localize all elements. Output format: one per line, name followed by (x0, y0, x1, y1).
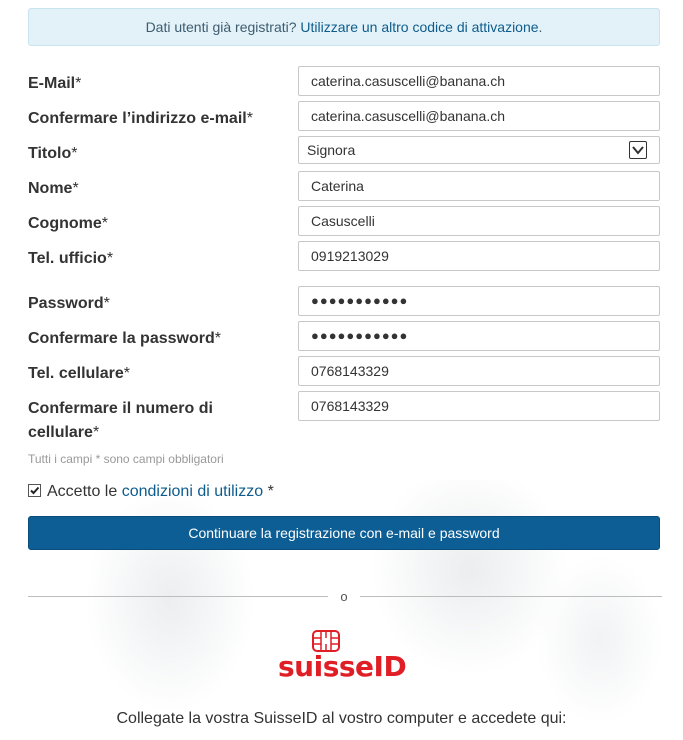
first-name-label: Nome* (28, 180, 79, 197)
mobile-field[interactable]: 0768143329 (298, 356, 660, 386)
email-field[interactable]: caterina.casuscelli@banana.ch (298, 66, 660, 96)
password-confirm-label: Confermare la password* (28, 330, 221, 347)
first-name-field[interactable]: Caterina (298, 171, 660, 201)
mobile-label: Tel. cellulare* (28, 365, 130, 382)
title-label: Titolo* (28, 145, 78, 162)
required-fields-note: Tutti i campi * sono campi obbligatori (28, 452, 224, 466)
terms-prefix: Accetto le (47, 483, 118, 500)
terms-link[interactable]: condizioni di utilizzo (122, 483, 263, 500)
title-select-value: Signora (307, 142, 356, 158)
terms-suffix: * (263, 483, 274, 500)
suisseid-logo-text: suisseID (278, 650, 407, 683)
registered-users-info: Dati utenti già registrati? Utilizzare u… (28, 8, 660, 46)
office-phone-field[interactable]: 0919213029 (298, 241, 660, 271)
email-confirm-field[interactable]: caterina.casuscelli@banana.ch (298, 101, 660, 131)
password-label: Password* (28, 295, 110, 312)
last-name-field[interactable]: Casuscelli (298, 206, 660, 236)
suisseid-logo: suisseID (278, 630, 412, 682)
connect-suisseid-text: Collegate la vostra SuisseID al vostro c… (116, 710, 567, 727)
mobile-confirm-field[interactable]: 0768143329 (298, 391, 660, 421)
continue-registration-button[interactable]: Continuare la registrazione con e-mail e… (28, 516, 660, 550)
email-label: E-Mail* (28, 75, 82, 92)
mobile-confirm-label: Confermare il numero di cellulare* (28, 400, 213, 441)
chevron-down-icon[interactable] (629, 141, 647, 159)
info-suffix: . (538, 19, 543, 35)
last-name-label: Cognome* (28, 215, 109, 232)
email-confirm-label: Confermare l’indirizzo e-mail* (28, 110, 253, 127)
or-separator: o (340, 589, 348, 604)
info-text: Dati utenti già registrati? (145, 19, 297, 35)
divider-left (28, 596, 328, 597)
terms-row: Accetto le condizioni di utilizzo * (28, 482, 274, 502)
password-confirm-field[interactable]: ●●●●●●●●●●● (298, 321, 660, 351)
divider-right (360, 596, 662, 597)
title-select[interactable]: Signora (298, 136, 660, 164)
chip-icon (312, 630, 340, 652)
office-phone-label: Tel. ufficio* (28, 250, 114, 267)
password-field[interactable]: ●●●●●●●●●●● (298, 286, 660, 316)
terms-checkbox[interactable] (28, 484, 41, 497)
activation-code-link[interactable]: Utilizzare un altro codice di attivazion… (300, 19, 538, 35)
